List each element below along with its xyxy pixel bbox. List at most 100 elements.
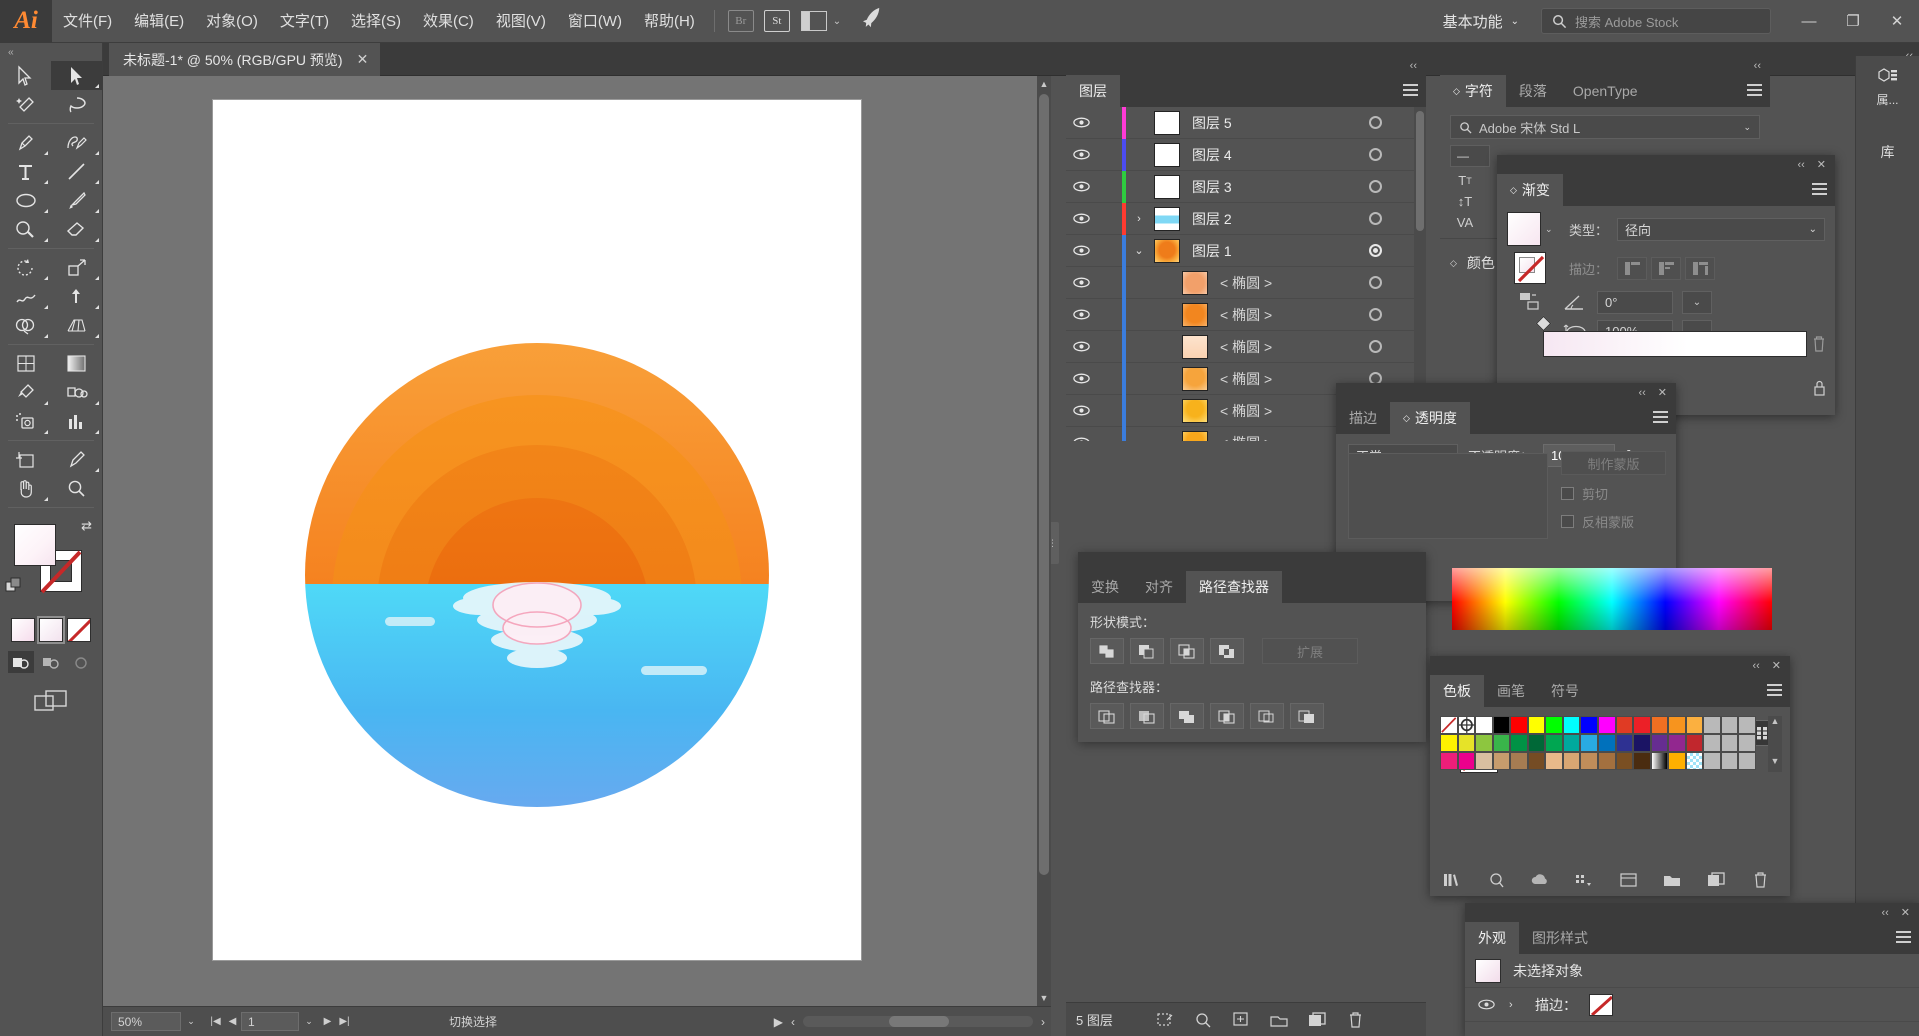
ellipse-tool[interactable] — [0, 186, 51, 215]
gradient-type-select[interactable]: 径向 ⌄ — [1617, 217, 1825, 241]
swatch-cell[interactable] — [1720, 752, 1739, 770]
zoom-dropdown-icon[interactable]: ⌄ — [181, 1012, 201, 1031]
swatch-cell[interactable] — [1562, 716, 1581, 734]
swatch-cell[interactable] — [1492, 752, 1511, 770]
scroll-down-icon[interactable]: ▼ — [1037, 990, 1051, 1006]
visibility-eye-icon[interactable] — [1066, 373, 1096, 384]
panel-collapse-icon[interactable]: ‹‹ — [1797, 159, 1804, 171]
shaper-tool[interactable] — [0, 215, 51, 244]
swatch-cell[interactable] — [1475, 716, 1493, 734]
stroke-within-icon[interactable] — [1617, 256, 1647, 280]
first-artboard-button[interactable]: |◀ — [207, 1012, 224, 1031]
gradient-angle-input[interactable]: 0° — [1597, 290, 1673, 314]
stroke-color-swatch[interactable] — [1589, 993, 1613, 1016]
direct-selection-tool[interactable] — [51, 61, 102, 90]
eyedropper-tool[interactable] — [0, 378, 51, 407]
stroke-along-icon[interactable] — [1651, 256, 1681, 280]
minimize-button[interactable]: — — [1787, 0, 1831, 43]
tab-color[interactable]: 颜色 — [1467, 253, 1495, 273]
zoom-level-input[interactable]: 50% — [111, 1012, 181, 1031]
free-transform-tool[interactable] — [51, 282, 102, 311]
stock-search-input[interactable]: 搜索 Adobe Stock — [1541, 8, 1771, 34]
swatch-cell[interactable] — [1720, 734, 1739, 752]
swatch-cell[interactable] — [1475, 752, 1493, 770]
chevron-down-icon[interactable]: ⌄ — [833, 16, 841, 27]
swatch-libraries-icon[interactable] — [1430, 864, 1474, 896]
gradient-fill-swatch[interactable] — [1507, 212, 1541, 246]
column-graph-tool[interactable] — [51, 407, 102, 436]
lasso-tool[interactable] — [51, 90, 102, 119]
swatches-panel-menu-icon[interactable] — [1767, 684, 1782, 699]
color-spectrum-strip[interactable] — [1452, 568, 1772, 630]
stroke-across-icon[interactable] — [1685, 256, 1715, 280]
scroll-down-icon[interactable]: ▼ — [1768, 756, 1782, 766]
panel-collapse-icon[interactable]: ‹‹ — [1638, 387, 1645, 399]
layer-thumbnail[interactable] — [1182, 334, 1208, 359]
close-icon[interactable]: ✕ — [1901, 906, 1910, 919]
tab-pathfinder[interactable]: 路径查找器 — [1186, 571, 1282, 603]
mesh-tool[interactable] — [0, 349, 51, 378]
tab-gradient[interactable]: ◇ 渐变 — [1497, 174, 1563, 206]
swatch-cell[interactable] — [1615, 752, 1634, 770]
layer-thumbnail[interactable] — [1182, 302, 1208, 327]
layer-row[interactable]: ⌄ 图层 1 — [1066, 234, 1426, 267]
swatch-cell[interactable] — [1527, 752, 1546, 770]
layer-thumbnail[interactable] — [1154, 142, 1180, 167]
tab-transform[interactable]: 变换 — [1078, 571, 1132, 603]
color-groups-icon[interactable] — [1474, 864, 1518, 896]
layers-panel-menu-icon[interactable] — [1403, 84, 1418, 99]
swatch-cell[interactable] — [1475, 734, 1493, 752]
menu-type[interactable]: 文字(T) — [269, 0, 340, 43]
swatch-cell[interactable] — [1440, 752, 1458, 770]
layer-target-indicator[interactable] — [1369, 212, 1382, 225]
delete-swatch-icon[interactable] — [1738, 864, 1782, 896]
layer-thumbnail[interactable] — [1182, 366, 1208, 391]
default-fill-stroke-icon[interactable] — [5, 577, 23, 598]
swatch-cell[interactable] — [1440, 734, 1458, 752]
screen-mode-icon[interactable] — [0, 689, 102, 715]
create-sublayer-icon[interactable] — [1222, 1003, 1260, 1036]
swatch-cell[interactable] — [1738, 734, 1756, 752]
close-icon[interactable]: ✕ — [357, 51, 369, 68]
layer-thumbnail[interactable] — [1154, 238, 1180, 263]
tab-paragraph[interactable]: 段落 — [1506, 75, 1560, 107]
visibility-eye-icon[interactable] — [1066, 245, 1096, 256]
swatch-cell[interactable] — [1527, 734, 1546, 752]
swatches-scrollbar[interactable]: ▲ ▼ — [1768, 716, 1782, 772]
gradient-panel-menu-icon[interactable] — [1812, 183, 1827, 198]
swatch-cell[interactable] — [1633, 734, 1651, 752]
paintbrush-tool[interactable] — [51, 186, 102, 215]
make-mask-button[interactable]: 制作蒙版 — [1561, 451, 1666, 475]
scroll-up-icon[interactable]: ▲ — [1768, 716, 1782, 726]
menu-select[interactable]: 选择(S) — [340, 0, 412, 43]
artboard-number-input[interactable]: 1 — [241, 1012, 299, 1031]
zoom-tool[interactable] — [51, 474, 102, 503]
layer-row[interactable]: 图层 5 — [1066, 107, 1426, 139]
swatch-cell[interactable] — [1703, 752, 1721, 770]
swatch-cell[interactable] — [1685, 752, 1704, 770]
intersect-icon[interactable] — [1170, 638, 1204, 664]
menu-window[interactable]: 窗口(W) — [557, 0, 633, 43]
swatch-cell[interactable] — [1650, 752, 1669, 770]
font-style-input[interactable]: — — [1450, 145, 1490, 167]
scroll-up-icon[interactable]: ▲ — [1037, 76, 1051, 92]
visibility-eye-icon[interactable] — [1066, 277, 1096, 288]
layer-row[interactable]: 图层 4 — [1066, 138, 1426, 171]
swatch-cell[interactable] — [1738, 752, 1756, 770]
swatch-cell[interactable] — [1492, 734, 1511, 752]
visibility-eye-icon[interactable] — [1066, 309, 1096, 320]
tab-layers[interactable]: 图层 — [1066, 75, 1120, 107]
make-clipping-mask-icon[interactable] — [1146, 1003, 1184, 1036]
layer-target-indicator[interactable] — [1369, 116, 1382, 129]
rail-item-properties[interactable]: 属... — [1856, 56, 1919, 120]
tab-swatches[interactable]: 色板 — [1430, 675, 1484, 707]
locate-object-icon[interactable] — [1184, 1003, 1222, 1036]
draw-behind-button[interactable] — [38, 651, 64, 673]
tab-stroke[interactable]: 描边 — [1336, 402, 1390, 434]
swatch-cell[interactable] — [1527, 716, 1546, 734]
vertical-scroll-thumb[interactable] — [1039, 94, 1049, 876]
close-icon[interactable]: ✕ — [1772, 659, 1781, 672]
swatch-cell[interactable] — [1510, 716, 1528, 734]
gradient-lock-icon[interactable] — [1809, 375, 1829, 401]
swatches-grid[interactable] — [1440, 716, 1756, 770]
